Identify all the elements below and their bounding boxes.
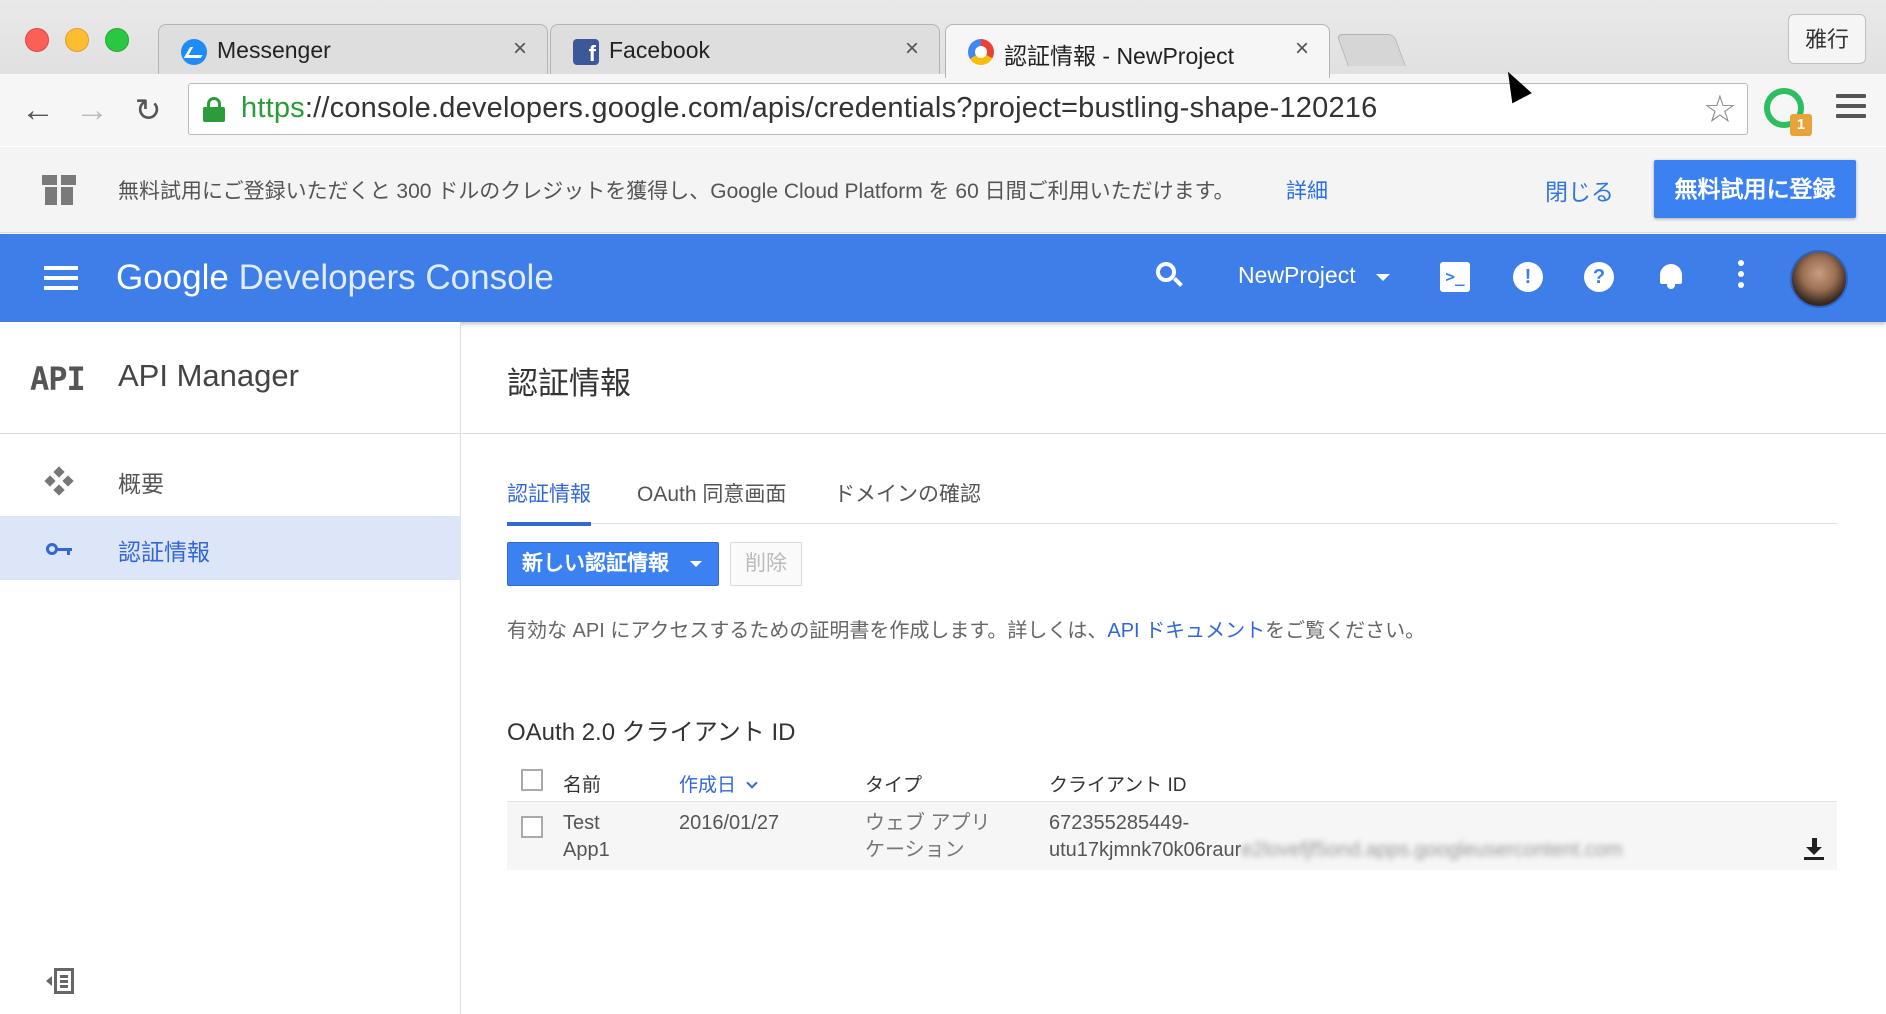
bookmark-star-icon[interactable]: ☆ bbox=[1703, 88, 1737, 132]
window-minimize-button[interactable] bbox=[65, 28, 89, 52]
delete-button[interactable]: 削除 bbox=[730, 542, 802, 586]
sidebar-item-label: 認証情報 bbox=[118, 539, 210, 565]
sidebar-item-credentials[interactable]: 認証情報 bbox=[0, 516, 461, 580]
credentials-tabs: 認証情報 OAuth 同意画面 ドメインの確認 bbox=[507, 462, 1837, 526]
project-selector[interactable]: NewProject bbox=[1238, 262, 1356, 289]
browser-tab-facebook[interactable]: f Facebook × bbox=[550, 24, 940, 76]
notifications-bell-icon[interactable] bbox=[1658, 262, 1684, 292]
url-text[interactable]: https://console.developers.google.com/ap… bbox=[241, 92, 1377, 125]
api-logo: API bbox=[30, 360, 86, 398]
main-header: 認証情報 bbox=[462, 322, 1886, 434]
browser-chrome: Messenger × f Facebook × 認証情報 - NewProje… bbox=[0, 0, 1886, 146]
window-zoom-button[interactable] bbox=[105, 28, 129, 52]
tab-strip: Messenger × f Facebook × 認証情報 - NewProje… bbox=[0, 0, 1886, 78]
cloud-shell-icon[interactable]: >_ bbox=[1440, 262, 1470, 292]
chevron-down-icon[interactable] bbox=[1376, 274, 1390, 281]
page-title: 認証情報 bbox=[507, 366, 631, 401]
new-credentials-label: 新しい認証情報 bbox=[522, 552, 669, 575]
gift-icon bbox=[42, 169, 76, 205]
sidebar-item-overview[interactable]: 概要 bbox=[0, 448, 461, 512]
sidebar-header: API API Manager bbox=[0, 322, 461, 434]
close-icon[interactable]: × bbox=[1295, 35, 1309, 63]
banner-close-button[interactable]: 閉じる bbox=[1545, 173, 1614, 207]
close-icon[interactable]: × bbox=[905, 35, 919, 63]
window-close-button[interactable] bbox=[25, 28, 49, 52]
api-docs-link[interactable]: API ドキュメント bbox=[1107, 620, 1265, 642]
browser-toolbar: ← → ↻ https://console.developers.google.… bbox=[0, 74, 1886, 146]
browser-menu-icon[interactable] bbox=[1836, 94, 1866, 120]
obscured-client-id: e2lovefjf5ond.apps.googleusercontent.com bbox=[1241, 839, 1623, 861]
column-header-created[interactable]: 作成日 bbox=[679, 770, 758, 797]
browser-tab-credentials[interactable]: 認証情報 - NewProject × bbox=[945, 24, 1330, 78]
sidebar: API API Manager 概要 認証情報 bbox=[0, 322, 461, 1014]
column-header-name[interactable]: 名前 bbox=[563, 770, 601, 797]
main-content: 認証情報 認証情報 OAuth 同意画面 ドメインの確認 新しい認証情報 削除 … bbox=[462, 322, 1886, 1014]
dashboard-icon bbox=[44, 466, 74, 496]
table-row[interactable]: Test App1 2016/01/27 ウェブ アプリ ケーション 67235… bbox=[507, 802, 1837, 870]
tab-title: Messenger bbox=[217, 37, 331, 63]
reload-button[interactable]: ↻ bbox=[126, 88, 170, 132]
oauth-clients-table: 名前 作成日 タイプ クライアント ID Test App1 2016/01/2… bbox=[507, 758, 1837, 870]
tab-title: Facebook bbox=[609, 37, 711, 63]
key-icon bbox=[46, 536, 72, 562]
messenger-icon bbox=[181, 39, 207, 65]
sidebar-title: API Manager bbox=[118, 358, 299, 393]
column-header-client-id[interactable]: クライアント ID bbox=[1049, 770, 1187, 797]
tab-title: 認証情報 - NewProject bbox=[1004, 43, 1235, 69]
more-vert-icon[interactable] bbox=[1738, 260, 1744, 292]
credentials-description: 有効な API にアクセスするための証明書を作成します。詳しくは、API ドキュ… bbox=[507, 620, 1426, 642]
feedback-icon[interactable]: ! bbox=[1513, 262, 1543, 292]
row-checkbox[interactable] bbox=[521, 816, 543, 838]
oauth-section-title: OAuth 2.0 クライアント ID bbox=[507, 719, 796, 746]
google-developers-icon bbox=[968, 39, 994, 65]
sort-chevron-icon bbox=[746, 777, 758, 789]
browser-tab-messenger[interactable]: Messenger × bbox=[158, 24, 548, 76]
back-button[interactable]: ← bbox=[16, 88, 60, 132]
collapse-sidebar-icon[interactable] bbox=[46, 968, 74, 994]
client-id: 672355285449- utu17kjmnk70k06raure2lovef… bbox=[1049, 812, 1623, 861]
dropdown-caret-icon bbox=[690, 561, 702, 567]
client-type: ウェブ アプリ ケーション bbox=[865, 812, 991, 861]
avatar[interactable] bbox=[1790, 250, 1848, 308]
free-trial-banner: 無料試用にご登録いただくと 300 ドルのクレジットを獲得し、Google Cl… bbox=[0, 147, 1886, 233]
product-logo[interactable]: Google Developers Console bbox=[116, 258, 554, 298]
banner-message: 無料試用にご登録いただくと 300 ドルのクレジットを獲得し、Google Cl… bbox=[118, 180, 1235, 203]
free-trial-signup-button[interactable]: 無料試用に登録 bbox=[1654, 160, 1856, 218]
facebook-icon: f bbox=[573, 39, 599, 65]
tab-credentials[interactable]: 認証情報 bbox=[507, 478, 591, 526]
download-icon[interactable] bbox=[1803, 838, 1825, 860]
extension-badge: 1 bbox=[1790, 114, 1812, 136]
profile-button[interactable]: 雅行 bbox=[1788, 14, 1866, 64]
new-credentials-button[interactable]: 新しい認証情報 bbox=[507, 542, 719, 586]
search-icon[interactable] bbox=[1156, 262, 1186, 292]
close-icon[interactable]: × bbox=[513, 35, 527, 63]
tab-oauth-consent[interactable]: OAuth 同意画面 bbox=[637, 478, 786, 522]
sidebar-item-label: 概要 bbox=[118, 471, 164, 497]
tab-domain-verification[interactable]: ドメインの確認 bbox=[834, 478, 981, 522]
help-icon[interactable]: ? bbox=[1584, 262, 1614, 292]
client-name[interactable]: Test App1 bbox=[563, 810, 610, 864]
created-date: 2016/01/27 bbox=[679, 812, 780, 834]
table-header-row: 名前 作成日 タイプ クライアント ID bbox=[507, 758, 1837, 802]
new-tab-button[interactable] bbox=[1336, 34, 1406, 66]
hamburger-menu-icon[interactable] bbox=[44, 266, 78, 290]
app-bar: Google Developers Console NewProject >_ … bbox=[0, 234, 1886, 322]
column-header-type[interactable]: タイプ bbox=[865, 770, 922, 797]
select-all-checkbox[interactable] bbox=[521, 769, 543, 791]
forward-button[interactable]: → bbox=[70, 88, 114, 132]
banner-details-link[interactable]: 詳細 bbox=[1286, 175, 1328, 205]
lock-icon[interactable] bbox=[203, 97, 225, 122]
